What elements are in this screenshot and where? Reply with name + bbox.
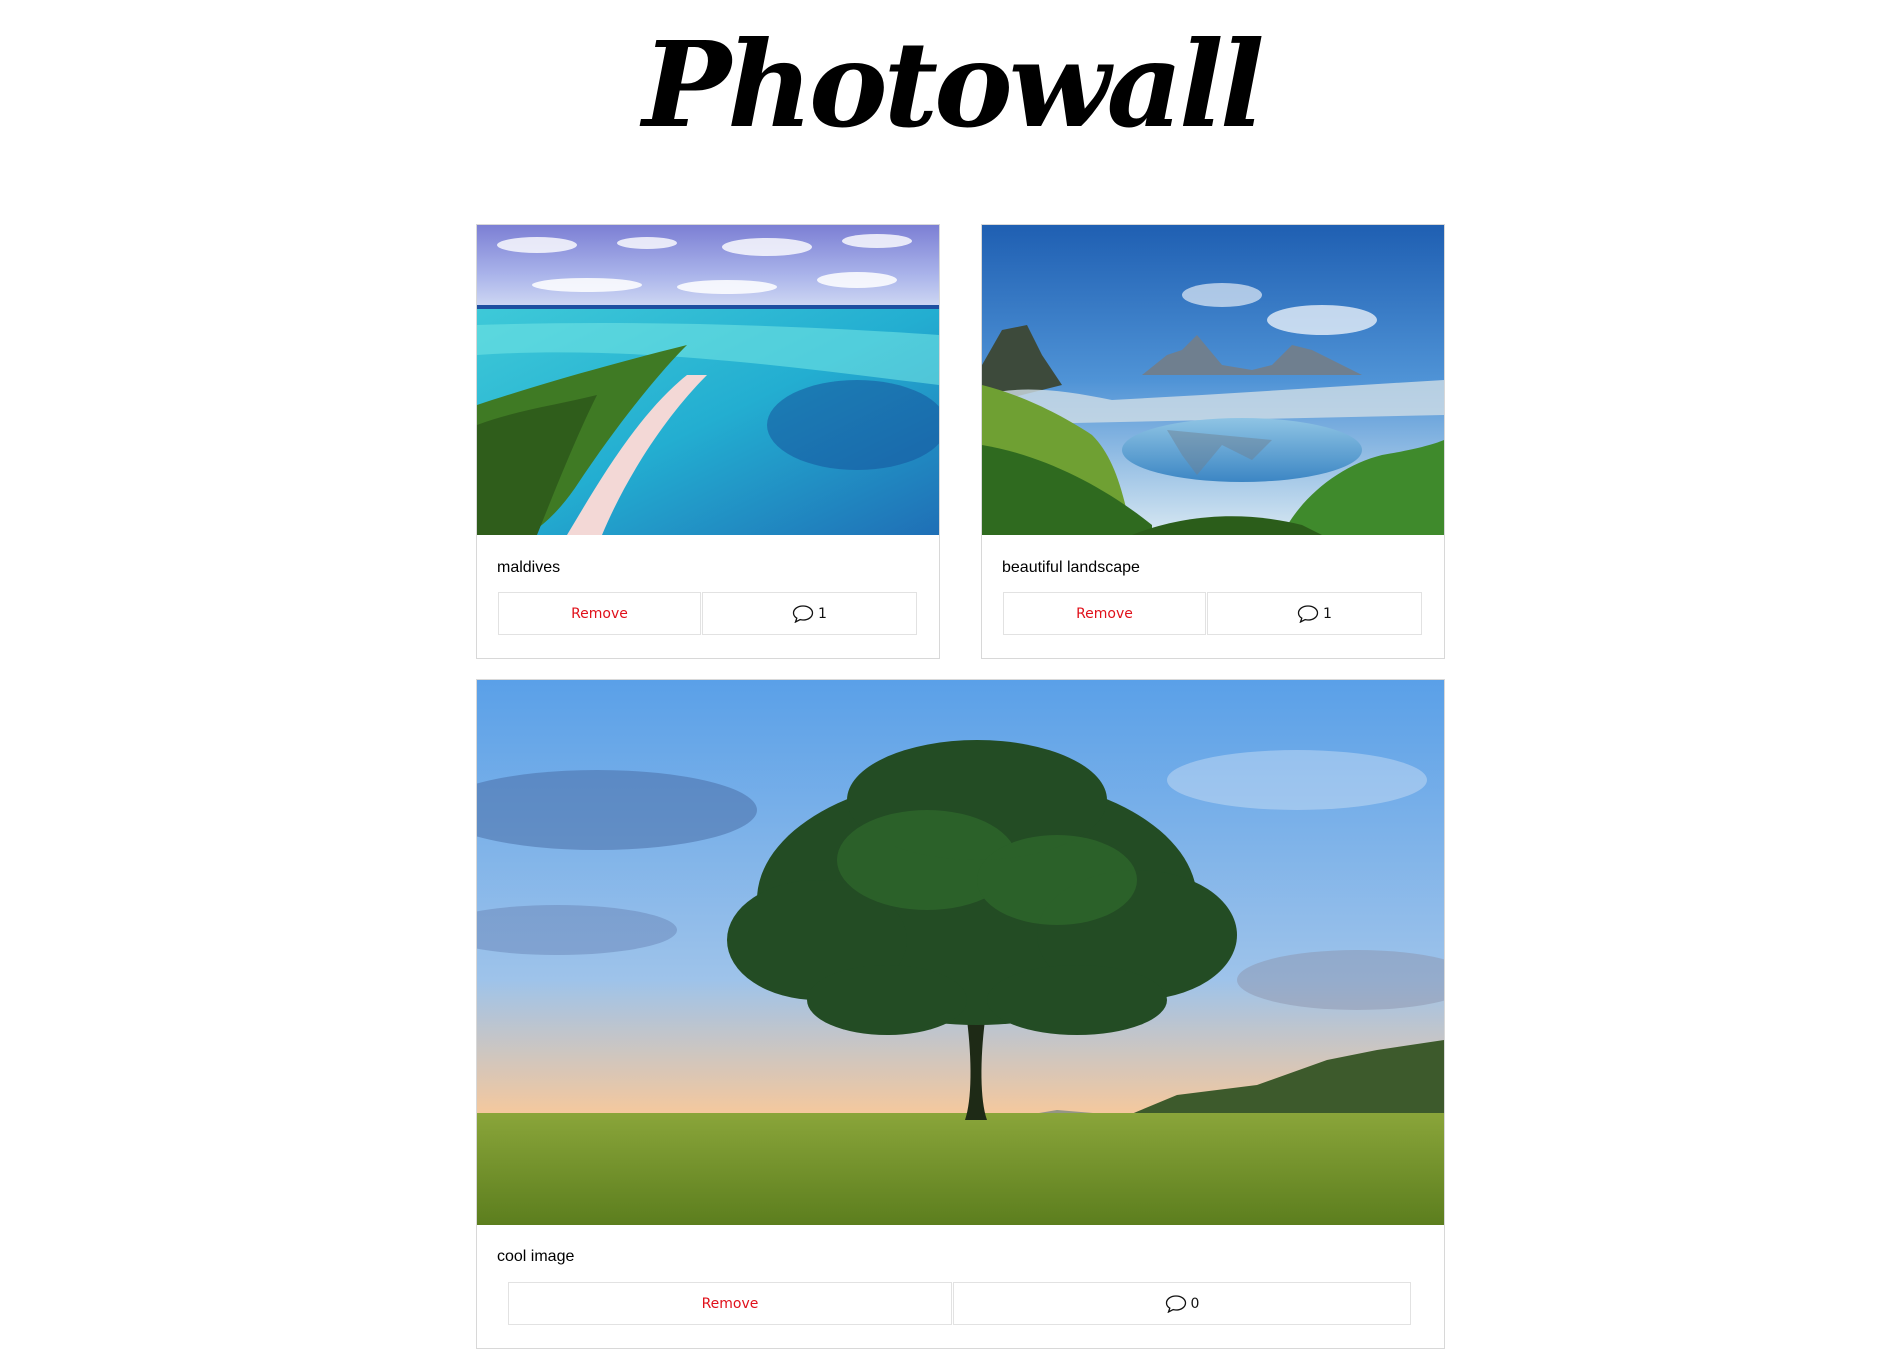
comments-button[interactable]: 1	[702, 592, 917, 635]
comments-button[interactable]: 1	[1207, 592, 1422, 635]
post-description: maldives	[497, 559, 561, 576]
photo-card: cool image Remove 0	[476, 679, 1445, 1349]
remove-button[interactable]: Remove	[498, 592, 701, 635]
photo-beautiful-landscape[interactable]	[982, 225, 1444, 535]
photo-maldives[interactable]	[477, 225, 939, 535]
post-description: beautiful landscape	[1002, 559, 1140, 576]
photo-card: maldives Remove 1	[476, 224, 940, 659]
post-description: cool image	[497, 1248, 575, 1265]
comment-count: 1	[1323, 605, 1332, 622]
photo-cool-image[interactable]	[477, 680, 1444, 1225]
page-title: Photowall	[642, 15, 1264, 154]
speech-bubble-icon	[792, 604, 814, 623]
speech-bubble-icon	[1297, 604, 1319, 623]
comments-button[interactable]: 0	[953, 1282, 1411, 1325]
remove-button[interactable]: Remove	[508, 1282, 952, 1325]
comment-count: 0	[1190, 1295, 1200, 1312]
remove-button[interactable]: Remove	[1003, 592, 1206, 635]
speech-bubble-icon	[1165, 1294, 1186, 1313]
comment-count: 1	[818, 605, 827, 622]
photo-card: beautiful landscape Remove 1	[981, 224, 1445, 659]
